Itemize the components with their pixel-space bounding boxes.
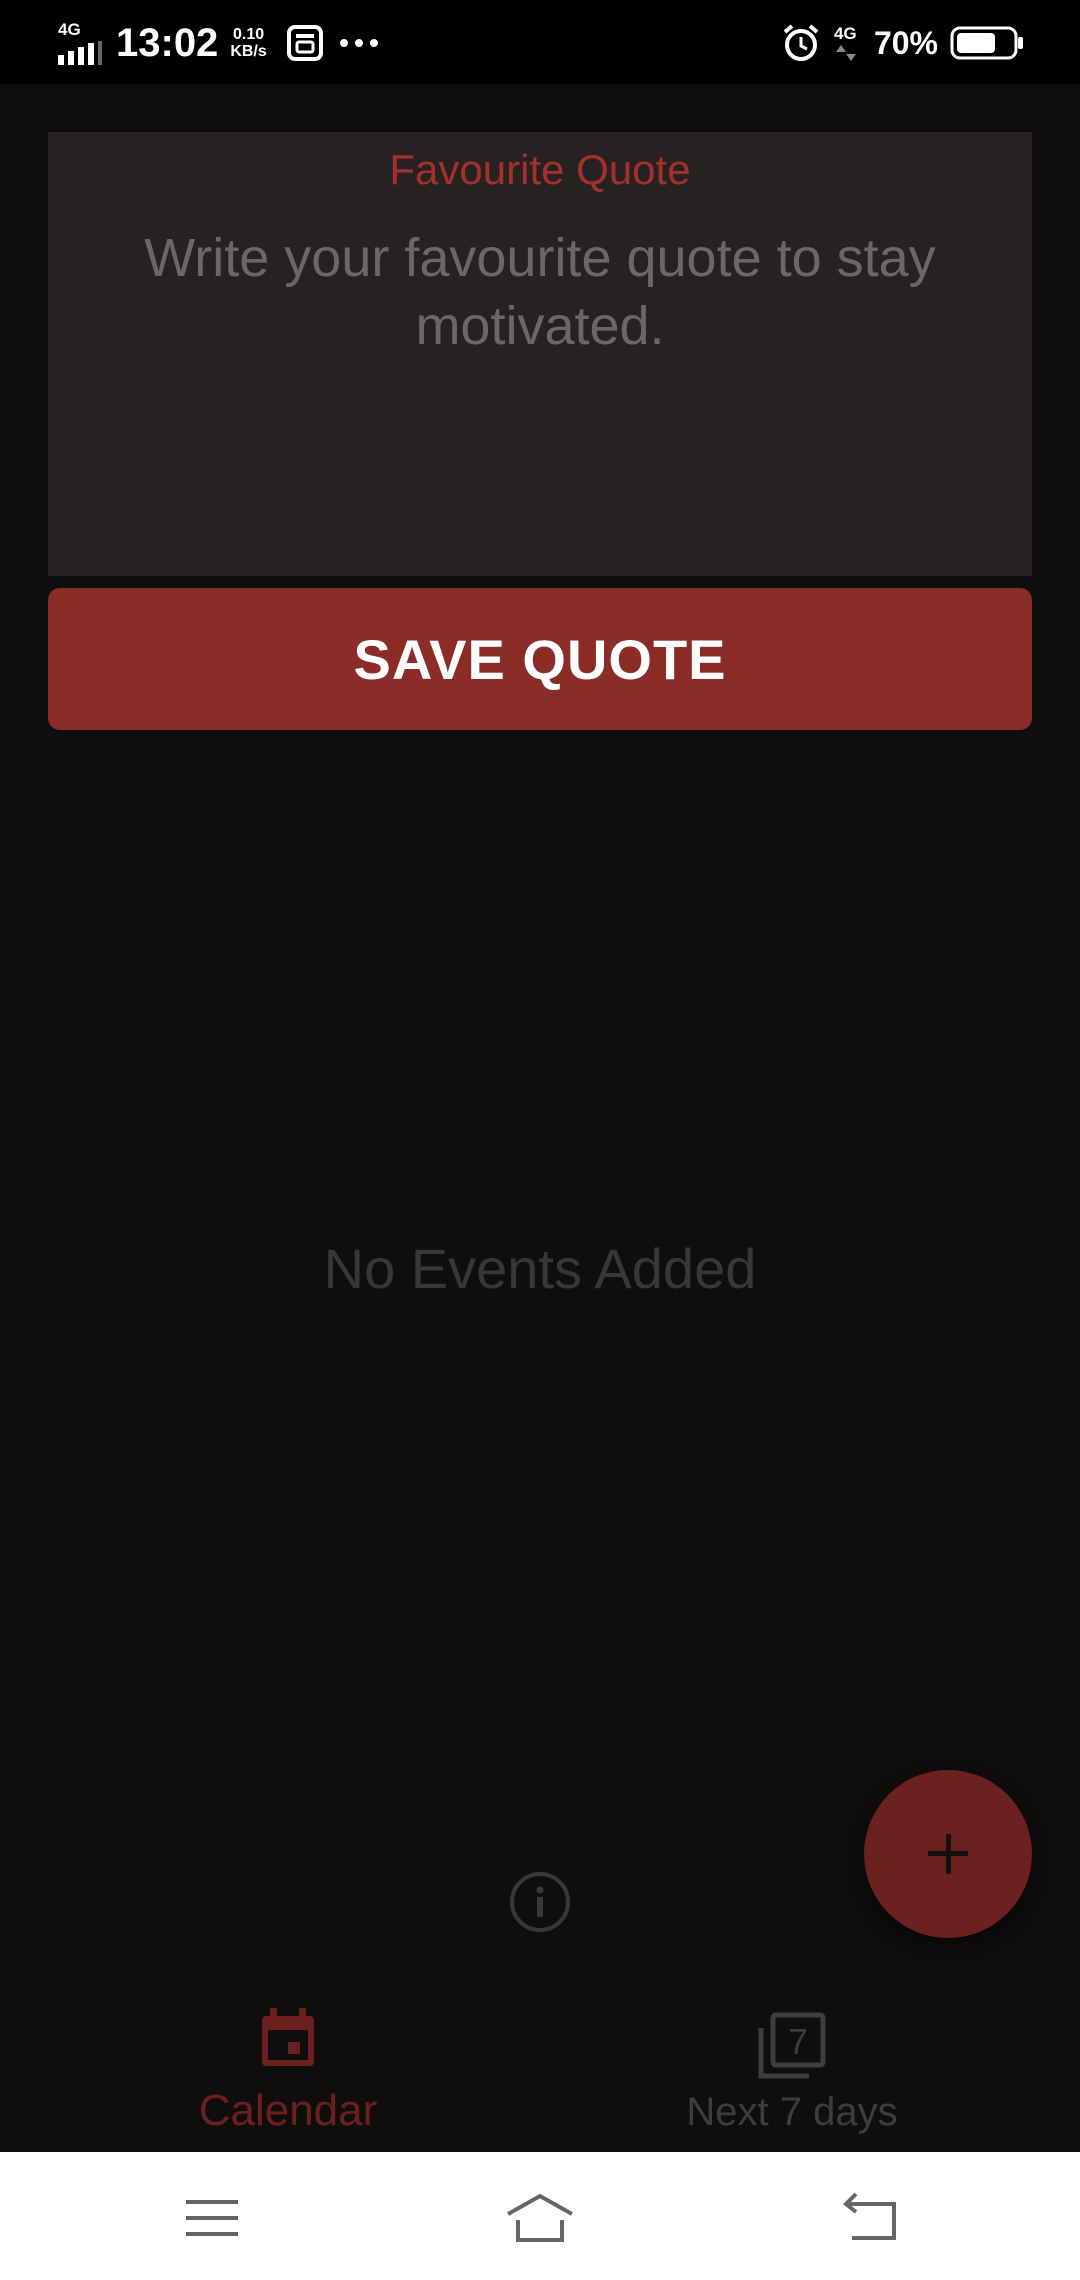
quote-card: Favourite Quote (48, 132, 1032, 576)
info-button[interactable] (508, 1870, 572, 1934)
signal-indicator: 4G (58, 21, 102, 65)
calendar-icon (262, 2008, 314, 2066)
info-icon (510, 1872, 570, 1932)
nav-label-calendar: Calendar (198, 2086, 378, 2135)
bottom-navigation: Calendar 7 Next 7 days (0, 1990, 1080, 2152)
battery-icon (950, 26, 1023, 60)
clock: 13:02 (116, 20, 219, 65)
network-type-label-right: 4G (833, 24, 857, 43)
save-quote-button[interactable]: SAVE QUOTE (48, 588, 1032, 730)
quote-input[interactable] (88, 224, 992, 424)
next-7-days-icon: 7 (758, 2012, 826, 2079)
add-event-button[interactable] (864, 1770, 1032, 1938)
status-bar: 4G 13:02 0.10 KB/s 4G 70% (0, 0, 1080, 84)
data-activity-icon (835, 45, 856, 61)
nav-item-next-7-days[interactable]: 7 Next 7 days (592, 1990, 992, 2152)
alarm-icon (783, 24, 819, 61)
empty-events-message: No Events Added (323, 1237, 757, 1300)
network-type-label: 4G (58, 20, 81, 39)
more-notifications-icon (339, 39, 378, 47)
home-icon (507, 2193, 573, 2242)
system-home-button[interactable] (504, 2190, 576, 2246)
mobile-data-indicator: 4G (834, 23, 864, 63)
battery-percentage: 70% (873, 24, 938, 61)
signal-strength-icon (58, 41, 102, 65)
quote-label: Favourite Quote (389, 146, 691, 193)
network-speed: 0.10 KB/s (230, 26, 266, 60)
back-icon (843, 2192, 896, 2240)
nav-item-calendar[interactable]: Calendar (88, 1990, 488, 2152)
next-7-days-badge: 7 (788, 2021, 808, 2062)
speed-unit: KB/s (230, 43, 267, 60)
nav-label-next-7-days: Next 7 days (686, 2090, 898, 2134)
notification-app-icon (286, 25, 323, 61)
system-navigation-bar (0, 2152, 1080, 2280)
plus-icon (928, 1834, 968, 1874)
system-menu-button[interactable] (180, 2190, 244, 2246)
menu-icon (186, 2200, 238, 2236)
speed-value: 0.10 (232, 26, 265, 43)
system-back-button[interactable] (840, 2190, 904, 2246)
battery-fill (957, 33, 995, 53)
